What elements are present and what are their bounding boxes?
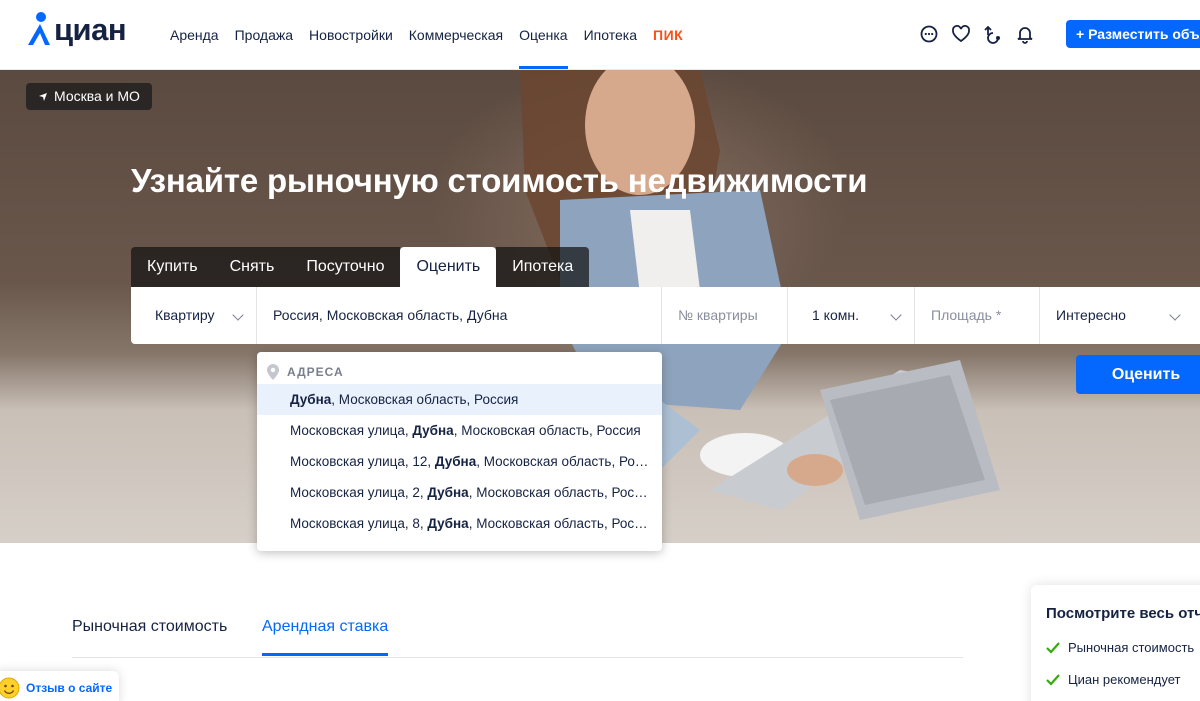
suggestion-match: Дубна [434, 454, 477, 469]
suggestion-suffix: , Московская область, Россия [453, 423, 641, 438]
smiley-icon [0, 677, 20, 699]
hero-title: Узнайте рыночную стоимость недвижимости [131, 162, 868, 199]
nav-item-valuation[interactable]: Оценка [519, 0, 568, 70]
area-placeholder: Площадь * [931, 307, 1002, 323]
report-feature-label: Циан рекомендует [1068, 672, 1181, 687]
logo-text: циан [54, 12, 127, 47]
apartment-number-input[interactable]: № квартиры [662, 287, 788, 344]
location-arrow-icon [39, 92, 47, 101]
tab-buy[interactable]: Купить [131, 247, 214, 287]
address-suggestions-dropdown: АДРЕСА Дубна, Московская область, Россия… [257, 352, 662, 551]
checkmark-icon [1046, 641, 1060, 654]
report-feature: Циан рекомендует [1046, 672, 1180, 687]
tab-market-value[interactable]: Рыночная стоимость [72, 618, 227, 636]
suggestion-item[interactable]: Московская улица, 2, Дубна, Московская о… [257, 477, 662, 508]
suggestion-match: Дубна [427, 516, 469, 531]
cian-logo[interactable]: циан [26, 10, 127, 50]
location-pin-icon [267, 364, 279, 380]
nav-item-pik[interactable]: ПИК [653, 0, 683, 70]
search-tabs: Купить Снять Посуточно Оценить Ипотека [131, 247, 590, 287]
logo-person-icon [26, 11, 50, 49]
suggestion-suffix: , Московская область, Россия [476, 454, 662, 469]
suggestion-list: Дубна, Московская область, Россия Москов… [257, 384, 662, 539]
address-input[interactable]: Россия, Московская область, Дубна [257, 287, 662, 344]
suggestion-item[interactable]: Московская улица, Дубна, Московская обла… [257, 415, 662, 446]
suggestion-suffix: , Московская область, Россия [468, 516, 656, 531]
full-report-card: Посмотрите весь отчёт Рыночная стоимость… [1031, 585, 1200, 701]
purpose-select[interactable]: Интересно [1040, 287, 1200, 344]
suggestion-prefix: Московская улица, 2, [290, 485, 428, 500]
region-label: Москва и МО [54, 88, 140, 104]
feedback-label: Отзыв о сайте [26, 681, 113, 695]
chevron-down-icon [1169, 309, 1181, 321]
heart-icon[interactable] [951, 24, 971, 44]
suggestion-prefix: Московская улица, [290, 423, 413, 438]
dropdown-header: АДРЕСА [267, 364, 344, 380]
suggestion-match: Дубна [427, 485, 469, 500]
estimate-button[interactable]: Оценить [1076, 355, 1200, 394]
header-icons [919, 24, 1035, 44]
compare-icon[interactable] [983, 24, 1003, 44]
rooms-value: 1 комн. [812, 307, 859, 323]
main-nav: Аренда Продажа Новостройки Коммерческая … [170, 0, 699, 70]
region-selector[interactable]: Москва и МО [26, 83, 152, 110]
chevron-down-icon [890, 309, 902, 321]
tab-rental-rate[interactable]: Арендная ставка [262, 618, 389, 656]
dropdown-header-label: АДРЕСА [287, 365, 344, 379]
tab-daily[interactable]: Посуточно [290, 247, 401, 287]
tab-rent[interactable]: Снять [213, 247, 291, 287]
object-type-select[interactable]: Квартиру [131, 287, 257, 344]
apartment-number-placeholder: № квартиры [678, 307, 758, 323]
checkmark-icon [1046, 673, 1060, 686]
suggestion-item[interactable]: Дубна, Московская область, Россия [257, 384, 662, 415]
report-card-title: Посмотрите весь отчёт [1046, 605, 1200, 622]
tab-mortgage[interactable]: Ипотека [496, 247, 590, 287]
address-value: Россия, Московская область, Дубна [273, 307, 508, 323]
bell-icon[interactable] [1015, 24, 1035, 44]
nav-item-commercial[interactable]: Коммерческая [409, 0, 503, 70]
suggestion-suffix: , Московская область, Россия [331, 392, 519, 407]
valuation-search-bar: Квартиру Россия, Московская область, Дуб… [131, 287, 1200, 344]
suggestion-item[interactable]: Московская улица, 8, Дубна, Московская о… [257, 508, 662, 539]
purpose-value: Интересно [1056, 307, 1126, 323]
suggestion-prefix: Московская улица, 8, [290, 516, 428, 531]
suggestion-prefix: Московская улица, 12, [290, 454, 435, 469]
suggestion-match: Дубна [412, 423, 454, 438]
site-feedback-button[interactable]: Отзыв о сайте [0, 671, 119, 701]
nav-item-newbuildings[interactable]: Новостройки [309, 0, 393, 70]
area-input[interactable]: Площадь * [915, 287, 1040, 344]
suggestion-item[interactable]: Московская улица, 12, Дубна, Московская … [257, 446, 662, 477]
report-tabs: Рыночная стоимость Арендная ставка [72, 604, 963, 658]
chevron-down-icon [232, 309, 244, 321]
report-feature-label: Рыночная стоимость [1068, 640, 1195, 655]
report-feature: Рыночная стоимость [1046, 640, 1194, 655]
chat-icon[interactable] [919, 24, 939, 44]
post-ad-button[interactable]: + Разместить объявление [1066, 20, 1200, 48]
object-type-value: Квартиру [155, 307, 215, 323]
nav-item-rent[interactable]: Аренда [170, 0, 219, 70]
suggestion-match: Дубна [290, 392, 332, 407]
suggestion-suffix: , Московская область, Россия [468, 485, 656, 500]
rooms-select[interactable]: 1 комн. [788, 287, 915, 344]
top-header: циан Аренда Продажа Новостройки Коммерче… [0, 0, 1200, 70]
tab-estimate[interactable]: Оценить [400, 247, 497, 287]
nav-item-sale[interactable]: Продажа [235, 0, 293, 70]
nav-item-mortgage[interactable]: Ипотека [584, 0, 637, 70]
